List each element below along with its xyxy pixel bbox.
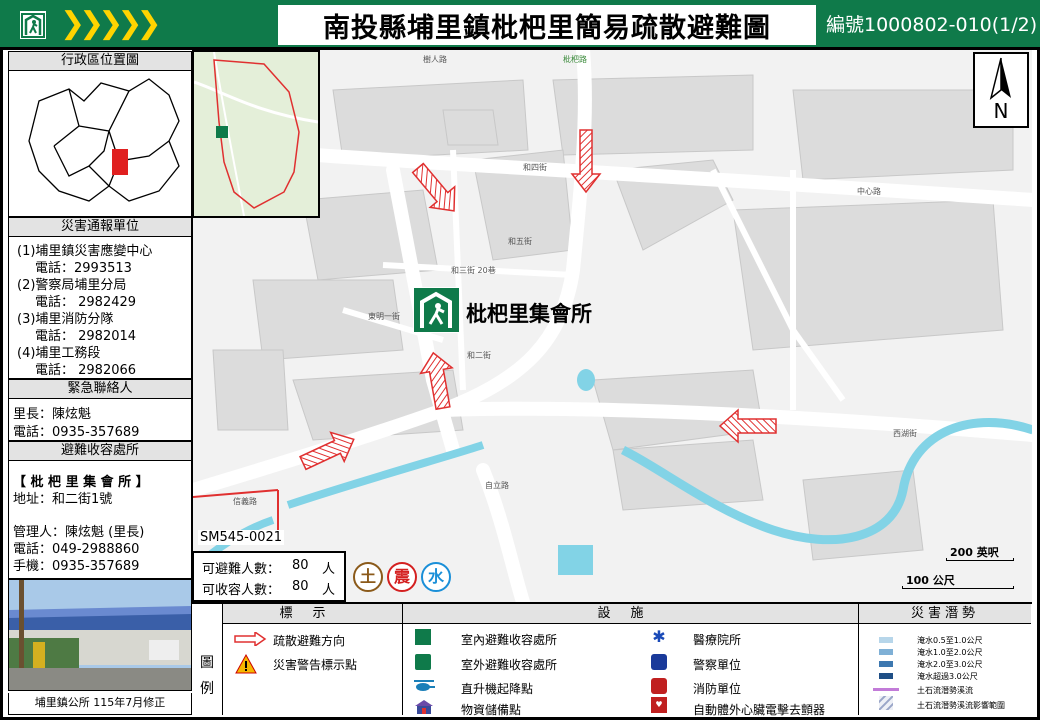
indoor-shelter-icon (415, 629, 431, 645)
capacity-evac-value: 80 (292, 558, 309, 573)
street-label: 和四街 (523, 163, 547, 172)
hazard-label: 淹水超過3.0公尺 (917, 672, 978, 681)
legend-sign-label: 災害警告標示點 (273, 658, 358, 672)
footer-note: 埔里鎮公所 115年7月修正 (8, 693, 192, 715)
legend-side-top: 圖 (200, 655, 214, 671)
shelter-logo-icon (18, 9, 48, 41)
indoor-shelter-icon[interactable] (413, 287, 460, 333)
street-label: 和五街 (508, 237, 532, 246)
emergency-contact-header: 緊急聯絡人 (8, 379, 192, 399)
legend-facility-label: 物資儲備點 (461, 703, 522, 717)
hazard-earthquake-badge: 震 (387, 562, 417, 592)
capacity-evac-label: 可避難人數： (202, 562, 281, 577)
location-map-panel (8, 71, 192, 217)
legend-side-bottom: 例 (200, 681, 214, 697)
police-icon (651, 654, 667, 670)
shelter-address: 地址：和二街1號 (13, 492, 113, 507)
chevron-decoration-icon: ❯❯❯❯❯ (60, 6, 162, 41)
shelter-map-label: 枇杷里集會所 (466, 302, 592, 326)
hazard-label: 淹水1.0至2.0公尺 (917, 648, 983, 657)
contacts-panel: (1)埔里鎮災害應變中心 電話：2993513 (2)警察局埔里分局 電話： 2… (8, 237, 192, 379)
hazard-label: 土石流潛勢溪流影響範圍 (917, 701, 1005, 710)
legend-side-label: 圖 例 (192, 604, 222, 715)
legend-hazards-header: 災害潛勢 (859, 604, 1031, 624)
street-label: 東明一街 (368, 312, 400, 321)
street-label: 自立路 (485, 481, 509, 490)
capacity-evac-unit: 人 (322, 562, 336, 577)
medical-icon: ✱ (652, 627, 666, 646)
hazard-label: 淹水2.0至3.0公尺 (917, 660, 983, 669)
evacuation-arrow-icon (234, 632, 267, 646)
map-legend: 圖 例 標示 疏散避難方向 災害警告標示點 設施 室內避難收容處所 室外避難收容… (192, 602, 1032, 717)
legend-facility-label: 室內避難收容處所 (461, 633, 558, 647)
legend-facility-label: 警察單位 (693, 658, 742, 672)
legend-facilities-column: 設施 室內避難收容處所 室外避難收容處所 直升機起降點 物資儲備點 ✱ 醫療院所… (402, 604, 858, 717)
hazard-flood-badge: 水 (421, 562, 451, 592)
shelter-manager-mobile: 手機：0935-357689 (13, 559, 140, 574)
legend-facility-label: 自動體外心臟電擊去顫器 (693, 703, 826, 717)
inset-locator-map (192, 50, 320, 218)
shelter-header: 避難收容處所 (8, 441, 192, 461)
legend-facilities-header: 設施 (403, 604, 858, 624)
legend-facility-label: 室外避難收容處所 (461, 658, 558, 672)
legend-facility-label: 消防單位 (693, 682, 742, 696)
contact-phone: 電話： 2982066 (35, 363, 137, 378)
debris-flow-area-swatch (879, 696, 893, 710)
flood-level-1-swatch (879, 637, 893, 643)
street-label: 枇杷路 (563, 55, 587, 64)
outdoor-shelter-icon (415, 654, 431, 670)
sm-code-label: SM545-0021 (198, 530, 285, 545)
flood-level-3-swatch (879, 661, 893, 667)
aed-icon: ♥ (651, 697, 667, 713)
hazard-label: 淹水0.5至1.0公尺 (917, 636, 983, 645)
chief-name: 里長：陳炫魁 (13, 407, 92, 422)
street-label: 信義路 (233, 497, 257, 506)
shelter-panel: 【 枇 杷 里 集 會 所 】 地址：和二街1號 管理人：陳炫魁 (里長) 電話… (8, 461, 192, 579)
capacity-shelter-value: 80 (292, 579, 309, 594)
legend-sign-label: 疏散避難方向 (273, 634, 346, 648)
street-label: 和三街 20巷 (451, 266, 496, 275)
north-arrow: N (973, 52, 1029, 128)
street-label: 中心路 (857, 187, 881, 196)
legend-signs-header: 標示 (223, 604, 402, 624)
flood-level-4-swatch (879, 673, 893, 679)
capacity-shelter-label: 可收容人數： (202, 583, 281, 598)
hazard-label: 土石流潛勢溪流 (917, 686, 973, 695)
supply-storage-icon (415, 700, 433, 714)
chief-phone: 電話：0935-357689 (13, 425, 140, 440)
header-bar: ❯❯❯❯❯ 南投縣埔里鎮枇杷里簡易疏散避難圖 編號1000802-010(1/2… (0, 0, 1040, 50)
legend-facility-label: 直升機起降點 (461, 682, 534, 696)
scale-bar-line (902, 586, 1014, 589)
warning-triangle-icon (235, 654, 257, 674)
legend-facility-label: 醫療院所 (693, 633, 742, 647)
page-title: 南投縣埔里鎮枇杷里簡易疏散避難圖 (323, 12, 771, 44)
fire-station-icon (651, 678, 667, 694)
legend-signs-column: 標示 疏散避難方向 災害警告標示點 (222, 604, 402, 715)
location-map-header: 行政區位置圖 (8, 51, 192, 71)
helicopter-icon (414, 680, 435, 691)
contacts-header: 災害通報單位 (8, 217, 192, 237)
document-code: 編號1000802-010(1/2) (826, 14, 1038, 36)
title-box: 南投縣埔里鎮枇杷里簡易疏散避難圖 (278, 5, 816, 45)
street-label: 樹人路 (423, 55, 447, 64)
flood-level-2-swatch (879, 649, 893, 655)
hazard-landslide-badge: 土 (353, 562, 383, 592)
shelter-photo (8, 579, 192, 691)
capacity-shelter-unit: 人 (322, 583, 336, 598)
street-label: 和二街 (467, 351, 491, 360)
debris-flow-stream-line (873, 688, 899, 691)
scale-bar-line (946, 558, 1014, 561)
north-label: N (993, 99, 1009, 123)
legend-hazards-column: 災害潛勢 淹水0.5至1.0公尺 淹水1.0至2.0公尺 淹水2.0至3.0公尺… (858, 604, 1032, 715)
capacity-box: 可避難人數： 80 人 可收容人數： 80 人 (192, 551, 346, 602)
emergency-contact-panel: 里長：陳炫魁 電話：0935-357689 (8, 399, 192, 441)
street-label: 西湖街 (893, 429, 917, 438)
